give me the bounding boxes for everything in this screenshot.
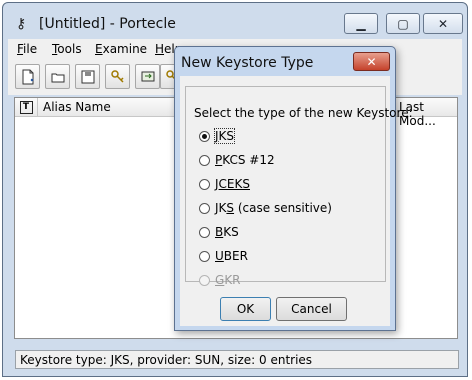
radio-button-checked[interactable] [199, 130, 210, 142]
minimize-button[interactable]: ▁ [344, 13, 378, 34]
new-keystore-button[interactable] [15, 64, 40, 89]
dialog-body: Select the type of the new Keystore: JKS… [180, 76, 413, 326]
radio-button[interactable] [199, 178, 210, 190]
radio-button[interactable] [199, 250, 210, 262]
close-icon: ✕ [366, 54, 377, 69]
dialog-title: New Keystore Type [181, 55, 314, 71]
radio-jks-case-sensitive[interactable]: JKS (case sensitive) [199, 199, 332, 217]
maximize-icon: ▢ [397, 16, 409, 31]
radio-label-uber: UBER [215, 249, 248, 263]
radio-gkr: GKR [199, 271, 241, 289]
minimize-icon: ▁ [356, 16, 366, 31]
radio-jks[interactable]: JKS [199, 127, 236, 145]
entry-type-icon: T [19, 100, 33, 114]
open-keystore-button[interactable] [45, 64, 70, 89]
radio-button[interactable] [199, 226, 210, 238]
title-bar[interactable]: ⚷ [Untitled] - Portecle ▁ ▢ ✕ [3, 3, 467, 39]
new-keystore-icon [22, 69, 33, 84]
new-keystore-type-dialog: New Keystore Type ✕ Select the type of t… [174, 46, 413, 331]
group-label: Select the type of the new Keystore: [194, 106, 413, 120]
radio-label-bks: BKS [215, 225, 239, 239]
keystore-type-group: Select the type of the new Keystore: JKS… [185, 86, 413, 287]
dialog-close-button[interactable]: ✕ [353, 52, 390, 71]
radio-button[interactable] [199, 202, 210, 214]
column-header-alias[interactable]: Alias Name [43, 100, 111, 114]
column-header-type[interactable]: T [15, 98, 38, 116]
open-keystore-icon [51, 73, 64, 82]
import-keypair-button[interactable] [135, 64, 160, 89]
radio-label-jks: JKS [213, 128, 236, 144]
maximize-button[interactable]: ▢ [386, 13, 420, 34]
generate-keypair-button[interactable] [105, 64, 130, 89]
save-keystore-button[interactable] [75, 64, 100, 89]
radio-label-gkr: GKR [215, 273, 241, 287]
menu-examine[interactable]: Examine [95, 42, 147, 56]
cancel-button[interactable]: Cancel [276, 297, 347, 321]
radio-bks[interactable]: BKS [199, 223, 239, 241]
radio-jceks[interactable]: JCEKS [199, 175, 250, 193]
close-icon: ✕ [437, 16, 449, 31]
radio-label-jks-case-sensitive: JKS (case sensitive) [215, 201, 332, 215]
portecle-app-icon: ⚷ [16, 16, 27, 32]
ok-button[interactable]: OK [220, 297, 271, 321]
radio-pkcs12[interactable]: PKCS #12 [199, 151, 275, 169]
radio-button[interactable] [199, 154, 210, 166]
status-text: Keystore type: JKS, provider: SUN, size:… [20, 353, 313, 367]
radio-label-pkcs12: PKCS #12 [215, 153, 275, 167]
radio-uber[interactable]: UBER [199, 247, 248, 265]
window-title: [Untitled] - Portecle [39, 16, 176, 32]
save-keystore-icon [81, 70, 94, 83]
close-window-button[interactable]: ✕ [423, 13, 463, 34]
radio-button-disabled [199, 274, 210, 286]
radio-label-jceks: JCEKS [215, 177, 250, 191]
status-bar: Keystore type: JKS, provider: SUN, size:… [15, 350, 459, 369]
menu-tools[interactable]: Tools [52, 42, 82, 56]
import-keypair-icon [141, 71, 154, 81]
generate-keypair-icon [110, 69, 124, 83]
menu-file[interactable]: File [17, 42, 37, 56]
